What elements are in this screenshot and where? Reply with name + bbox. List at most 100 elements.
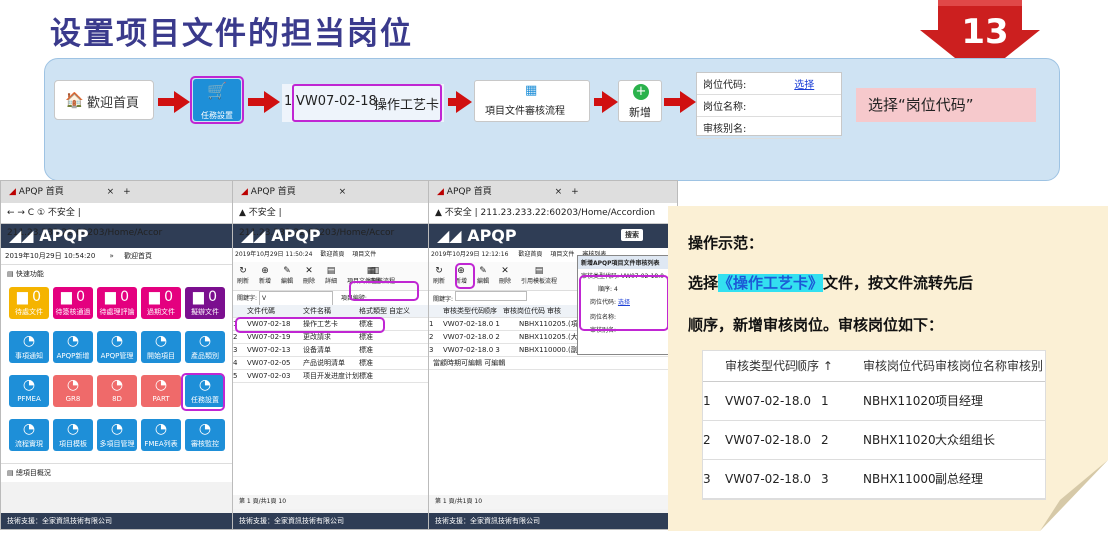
task-settings-label: 任務設置 <box>201 111 233 120</box>
dialog-title: 新增APQP項目文件审核列表 <box>578 256 677 269</box>
quick-tile[interactable]: ◔ 產品類別 <box>185 331 225 363</box>
toolbar-button[interactable]: ✎ 編輯 <box>281 266 293 285</box>
approval-flow-label: 項目文件審核流程 <box>485 106 565 117</box>
tile-icon: ▆ 0 <box>16 289 42 305</box>
toolbar-button[interactable]: ▤ 詳細 <box>325 266 337 285</box>
column-header[interactable]: 审核岗位代码 <box>503 305 547 317</box>
quick-tile[interactable]: ◔ 流程實現 <box>9 419 49 451</box>
quick-tile[interactable]: ◔ APQP管理 <box>97 331 137 363</box>
quick-tile[interactable]: ▆ 0 待簽核通過 <box>53 287 93 319</box>
new-tab-icon[interactable]: + <box>571 187 579 197</box>
search-button[interactable]: 搜索 <box>621 229 643 241</box>
column-header[interactable]: 自定义 <box>389 305 419 317</box>
browser-tab[interactable]: ◢ APQP 首頁 × + <box>429 181 677 203</box>
task-settings-button[interactable]: 🛒 任務設置 <box>193 79 241 121</box>
table-row[interactable]: 4 VW07-02-05 产品说明清单 標准 <box>233 357 431 370</box>
quick-tile[interactable]: ◔ APQP新增 <box>53 331 93 363</box>
quick-tile[interactable]: ◔ PART <box>141 375 181 407</box>
browser-tab[interactable]: ◢ APQP 首頁 × + <box>1 181 233 203</box>
welcome-tab[interactable]: 歡迎首頁 <box>320 251 344 258</box>
column-header[interactable]: 格式類型 <box>359 305 389 317</box>
selected-doc-row[interactable]: 1 VW07-02-18 操作工艺卡 <box>282 84 444 122</box>
position-name-label: 岗位名称: <box>697 94 789 117</box>
table-cell: 標准 <box>359 372 373 380</box>
toolbar-icon: ▥ <box>370 266 380 276</box>
toolbar-button[interactable]: ✎ 編輯 <box>477 266 489 285</box>
quick-tile[interactable]: ◔ 事項通知 <box>9 331 49 363</box>
table-row[interactable]: 5 VW07-02-03 项目开发进度计划表標准 <box>233 370 431 383</box>
table-row[interactable]: 3 VW07-02-13 设备清单 標准 <box>233 344 431 357</box>
keyword-input[interactable] <box>454 291 527 301</box>
quick-tile[interactable]: ◔ FMEA列表 <box>141 419 181 451</box>
table-cell: 2 <box>429 333 434 341</box>
toolbar-button[interactable]: ✕ 刪除 <box>499 266 511 285</box>
quick-tile[interactable]: ▆ 0 擬辦文件 <box>185 287 225 319</box>
column-header[interactable]: 文件代碼 <box>247 305 303 317</box>
address-bar[interactable]: ← → C ① 不安全 | 211.23.233.22:60203/Home/A… <box>1 203 233 238</box>
column-header[interactable]: 顺序 <box>483 305 503 317</box>
add-button-highlight <box>455 263 475 289</box>
page-curl-icon <box>1040 460 1108 531</box>
page-tab[interactable]: 歡迎首頁 <box>518 251 542 258</box>
toolbar-button[interactable]: ▤ 引用模板流程 <box>521 266 557 285</box>
toolbar-button[interactable]: ↻ 刷新 <box>237 266 249 285</box>
tile-icon: ◔ <box>154 421 168 437</box>
tile-label: APQP新增 <box>56 352 90 360</box>
welcome-tab[interactable]: 歡迎首頁 <box>124 252 152 260</box>
quick-tile[interactable]: ◔ 項目模板 <box>53 419 93 451</box>
tile-label: 事項通知 <box>15 352 43 360</box>
pager[interactable]: 第 1 頁/共1頁 10 <box>429 495 677 509</box>
toolbar-button[interactable]: ⊕ 新增 <box>259 266 271 285</box>
table-cell: VW07-02-18.0 <box>725 394 811 408</box>
note-highlight-doc: 《操作工艺卡》 <box>718 274 824 292</box>
toolbar-label: 刪除 <box>303 278 316 285</box>
quick-tile[interactable]: ◔ 審核監控 <box>185 419 225 451</box>
column-header[interactable]: 文件名稱 <box>303 305 359 317</box>
toolbar-button[interactable]: ↻ 刷新 <box>433 266 445 285</box>
toolbar-button[interactable]: ✕ 刪除 <box>303 266 315 285</box>
address-bar[interactable]: ▲ 不安全 | 211.23.233.22:60203/Home/Accordi… <box>429 203 677 224</box>
browser-tab[interactable]: ◢ APQP 首頁 × <box>233 181 431 203</box>
apqp-brand-icon: ◢◢ <box>9 226 34 245</box>
note-line-1: 选择《操作工艺卡》文件，按文件流转先后 <box>688 272 973 293</box>
review-alias-field[interactable] <box>788 116 841 139</box>
quick-tile[interactable]: ◔ PFMEA <box>9 375 49 407</box>
add-button[interactable]: + 新增 <box>618 80 662 122</box>
toolbar-icon: ↻ <box>239 266 247 276</box>
quick-tile[interactable]: ▆ 0 過期文件 <box>141 287 181 319</box>
tile-label: 待處理評論 <box>99 308 135 316</box>
tile-icon: ◔ <box>66 377 80 393</box>
quick-tile[interactable]: ◔ 開始項目 <box>141 331 181 363</box>
page-tab[interactable]: 項目文件 <box>550 251 574 258</box>
position-name-field[interactable] <box>788 94 841 117</box>
tile-label: 審核監控 <box>191 440 219 448</box>
column-header[interactable]: 审核类型代码 <box>443 305 483 317</box>
column-header[interactable]: 审核 <box>547 305 567 317</box>
quick-tile[interactable]: ▆ 0 待處文件 <box>9 287 49 319</box>
home-tab[interactable]: 🏠 歡迎首頁 <box>54 80 154 120</box>
flow-arrow <box>448 91 472 113</box>
doc-tab[interactable]: 項目文件 <box>352 251 376 258</box>
close-tab-icon[interactable]: × <box>107 187 115 197</box>
pager[interactable]: 第 1 頁/共1頁 10 <box>233 495 431 509</box>
quick-tile[interactable]: ◔ 8D <box>97 375 137 407</box>
new-tab-icon[interactable]: + <box>123 187 131 197</box>
tile-icon: ◔ <box>110 333 124 349</box>
doc-grid: 文件代碼 文件名稱 格式類型 自定义 1 VW07-02-18 操作工艺卡 標准 2 VW07-0… <box>233 305 431 495</box>
close-tab-icon[interactable]: × <box>555 187 563 197</box>
approval-flow-button[interactable]: ▦ 項目文件審核流程 <box>474 80 590 122</box>
datetime: 2019年10月29日 10:54:20 <box>5 252 96 260</box>
home-icon: 🏠 <box>65 91 84 109</box>
quick-tile[interactable]: ◔ GR8 <box>53 375 93 407</box>
table-cell: NBHX110205.(項目 <box>519 320 579 328</box>
table-cell: 標准 <box>359 346 373 354</box>
tile-icon: ▆ 0 <box>192 289 218 305</box>
close-tab-icon[interactable]: × <box>339 187 347 197</box>
select-position-link[interactable]: 选择 <box>794 80 814 91</box>
address-bar[interactable]: ▲ 不安全 | 211.23.233.22:60203/Home/Accor <box>233 203 431 238</box>
tile-label: 擬辦文件 <box>191 308 219 316</box>
note-line-2: 顺序，新增审核岗位。审核岗位如下： <box>688 316 944 334</box>
quick-tile[interactable]: ▆ 0 待處理評論 <box>97 287 137 319</box>
quick-tile[interactable]: ◔ 多項目管理 <box>97 419 137 451</box>
nav-icons[interactable]: ← → C <box>7 208 34 218</box>
